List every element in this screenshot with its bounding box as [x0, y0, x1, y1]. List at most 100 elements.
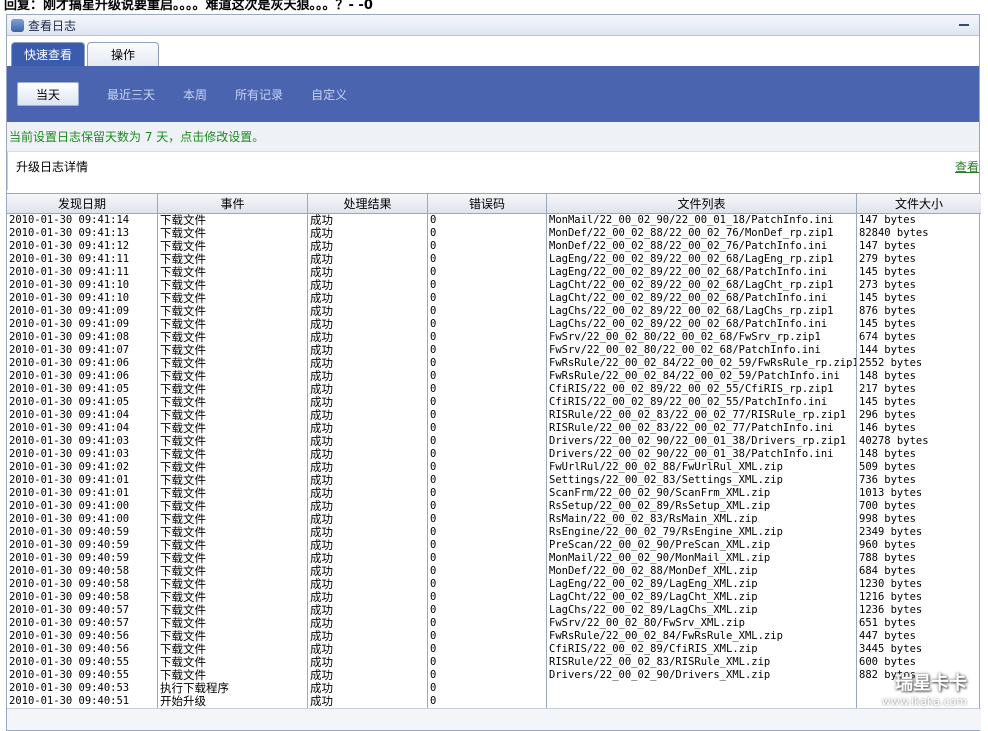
table-row[interactable]: 2010-01-30 09:41:05 下载文件 成功 0 CfiRIS/22_00_0… [7, 396, 981, 409]
table-row[interactable]: 2010-01-30 09:41:08 下载文件 成功 0 FwSrv/22_00_02… [7, 331, 981, 344]
table-row[interactable]: 2010-01-30 09:40:59 下载文件 成功 0 MonMail/22_00_… [7, 552, 981, 565]
table-row[interactable]: 2010-01-30 09:40:58 下载文件 成功 0 MonDef/22_00_0… [7, 565, 981, 578]
cell-event: 下载文件 [158, 422, 308, 435]
cell-file-size: 145 bytes [859, 318, 916, 330]
table-row[interactable]: 2010-01-30 09:40:58 下载文件 成功 0 LagCht/22_00_0… [7, 591, 981, 604]
table-row[interactable]: 2010-01-30 09:41:10 下载文件 成功 0 LagCht/22_00_0… [7, 292, 981, 305]
column-header-error-code[interactable]: 错误码 [428, 194, 547, 213]
filter-all-records[interactable]: 所有记录 [235, 86, 283, 103]
cell-file-list: RsMain/22_00_02_83/RsMain_XML.zip [547, 513, 857, 526]
table-row[interactable]: 2010-01-30 09:41:14 下载文件 成功 0 MonMail/22_00_… [7, 214, 981, 227]
tab-strip: 快速查看 操作 [7, 36, 979, 66]
cell-error-code: 0 [428, 409, 547, 422]
column-header-date[interactable]: 发现日期 [7, 194, 158, 213]
cell-result: 成功 [308, 292, 428, 305]
table-row[interactable]: 2010-01-30 09:41:11 下载文件 成功 0 LagEng/22_00_0… [7, 266, 981, 279]
cell-date: 2010-01-30 09:41:01 [7, 487, 158, 500]
table-row[interactable]: 2010-01-30 09:41:01 下载文件 成功 0 Settings/22_00… [7, 474, 981, 487]
table-row[interactable]: 2010-01-30 09:41:05 下载文件 成功 0 CfiRIS/22_00_0… [7, 383, 981, 396]
cell-event: 下载文件 [158, 266, 308, 279]
cell-error-code: 0 [428, 370, 547, 383]
table-row[interactable]: 2010-01-30 09:40:56 下载文件 成功 0 FwRsRule/22_00… [7, 630, 981, 643]
cell-file-size: 736 bytes [859, 474, 916, 486]
table-row[interactable]: 2010-01-30 09:41:00 下载文件 成功 0 RsSetup/22_00_… [7, 500, 981, 513]
table-row[interactable]: 2010-01-30 09:41:06 下载文件 成功 0 FwRsRule/22_00… [7, 370, 981, 383]
cell-error-code: 0 [428, 487, 547, 500]
table-row[interactable]: 2010-01-30 09:40:57 下载文件 成功 0 LagChs/22_00_0… [7, 604, 981, 617]
minimize-icon[interactable] [959, 24, 969, 26]
table-row[interactable]: 2010-01-30 09:41:03 下载文件 成功 0 Drivers/22_00_… [7, 448, 981, 461]
cell-file-list: FwSrv/22_00_02_80/22_00_02_68/PatchInfo.… [547, 344, 857, 357]
cell-event: 下载文件 [158, 591, 308, 604]
cell-file-size: 1216 bytes [859, 591, 923, 603]
cell-error-code: 0 [428, 604, 547, 617]
cell-file-list: CfiRIS/22_00_02_89/CfiRIS_XML.zip [547, 643, 857, 656]
cell-file-list: LagEng/22_00_02_89/22_00_02_68/PatchInfo… [547, 266, 857, 279]
column-header-event[interactable]: 事件 [158, 194, 308, 213]
cell-event: 下载文件 [158, 370, 308, 383]
window-title: 查看日志 [28, 18, 77, 33]
table-row[interactable]: 2010-01-30 09:40:55 下载文件 成功 0 Drivers/22_00_… [7, 669, 981, 682]
cell-date: 2010-01-30 09:41:09 [7, 318, 158, 331]
table-row[interactable]: 2010-01-30 09:40:57 下载文件 成功 0 FwSrv/22_00_02… [7, 617, 981, 630]
filter-last-three-days[interactable]: 最近三天 [107, 86, 155, 103]
tab-quick-view[interactable]: 快速查看 [11, 42, 86, 66]
filter-today-button[interactable]: 当天 [17, 82, 80, 106]
retention-notice[interactable]: 当前设置日志保留天数为 7 天，点击修改设置。 [7, 122, 979, 152]
cell-event: 下载文件 [158, 526, 308, 539]
table-row[interactable]: 2010-01-30 09:40:53 执行下载程序 成功 0 [7, 682, 981, 695]
cell-date: 2010-01-30 09:40:58 [7, 578, 158, 591]
cell-file-list: FwUrlRul/22_00_02_88/FwUrlRul_XML.zip [547, 461, 857, 474]
cell-error-code: 0 [428, 357, 547, 370]
table-row[interactable]: 2010-01-30 09:40:59 下载文件 成功 0 RsEngine/22_00… [7, 526, 981, 539]
cell-date: 2010-01-30 09:41:08 [7, 331, 158, 344]
table-row[interactable]: 2010-01-30 09:41:11 下载文件 成功 0 LagEng/22_00_0… [7, 253, 981, 266]
tab-operations[interactable]: 操作 [87, 42, 160, 66]
table-row[interactable]: 2010-01-30 09:40:55 下载文件 成功 0 RISRule/22_00_… [7, 656, 981, 669]
cell-error-code: 0 [428, 240, 547, 253]
cell-file-size: 273 bytes [859, 279, 916, 291]
column-header-result[interactable]: 处理结果 [308, 194, 428, 213]
cell-error-code: 0 [428, 578, 547, 591]
table-row[interactable]: 2010-01-30 09:41:09 下载文件 成功 0 LagChs/22_00_0… [7, 318, 981, 331]
cell-result: 成功 [308, 253, 428, 266]
cell-date: 2010-01-30 09:41:04 [7, 409, 158, 422]
table-row[interactable]: 2010-01-30 09:41:09 下载文件 成功 0 LagChs/22_00_0… [7, 305, 981, 318]
cell-date: 2010-01-30 09:41:09 [7, 305, 158, 318]
table-row[interactable]: 2010-01-30 09:41:02 下载文件 成功 0 FwUrlRul/22_00… [7, 461, 981, 474]
title-bar: 查看日志 [7, 15, 979, 36]
table-row[interactable]: 2010-01-30 09:41:12 下载文件 成功 0 MonDef/22_00_0… [7, 240, 981, 253]
table-row[interactable]: 2010-01-30 09:41:03 下载文件 成功 0 Drivers/22_00_… [7, 435, 981, 448]
cell-file-list: FwSrv/22_00_02_80/22_00_02_68/FwSrv_rp.z… [547, 331, 857, 344]
cell-error-code: 0 [428, 526, 547, 539]
table-row[interactable]: 2010-01-30 09:41:04 下载文件 成功 0 RISRule/22_00_… [7, 422, 981, 435]
cell-error-code: 0 [428, 500, 547, 513]
table-row[interactable]: 2010-01-30 09:41:07 下载文件 成功 0 FwSrv/22_00_02… [7, 344, 981, 357]
table-row[interactable]: 2010-01-30 09:40:58 下载文件 成功 0 LagEng/22_00_0… [7, 578, 981, 591]
cell-file-list: RISRule/22_00_02_83/RISRule_XML.zip [547, 656, 857, 669]
table-row[interactable]: 2010-01-30 09:41:00 下载文件 成功 0 RsMain/22_00_0… [7, 513, 981, 526]
table-row[interactable]: 2010-01-30 09:40:56 下载文件 成功 0 CfiRIS/22_00_0… [7, 643, 981, 656]
cell-file-list: PreScan/22_00_02_90/PreScan_XML.zip [547, 539, 857, 552]
cell-error-code: 0 [428, 448, 547, 461]
cell-file-size: 145 bytes [859, 266, 916, 278]
cell-file-size: 146 bytes [859, 422, 916, 434]
table-row[interactable]: 2010-01-30 09:40:51 开始升级 成功 0 [7, 695, 981, 708]
table-row[interactable]: 2010-01-30 09:41:04 下载文件 成功 0 RISRule/22_00_… [7, 409, 981, 422]
table-row[interactable]: 2010-01-30 09:40:59 下载文件 成功 0 PreScan/22_00_… [7, 539, 981, 552]
cell-error-code: 0 [428, 474, 547, 487]
table-row[interactable]: 2010-01-30 09:41:10 下载文件 成功 0 LagCht/22_00_0… [7, 279, 981, 292]
cell-date: 2010-01-30 09:41:13 [7, 227, 158, 240]
filter-this-week[interactable]: 本周 [183, 86, 207, 103]
filter-custom[interactable]: 自定义 [311, 86, 347, 103]
table-row[interactable]: 2010-01-30 09:41:01 下载文件 成功 0 ScanFrm/22_00_… [7, 487, 981, 500]
cell-error-code: 0 [428, 643, 547, 656]
column-header-file-list[interactable]: 文件列表 [547, 194, 857, 213]
cell-date: 2010-01-30 09:40:53 [7, 682, 158, 695]
table-row[interactable]: 2010-01-30 09:41:13 下载文件 成功 0 MonDef/22_00_0… [7, 227, 981, 240]
cell-event: 下载文件 [158, 552, 308, 565]
table-row[interactable]: 2010-01-30 09:41:06 下载文件 成功 0 FwRsRule/22_00… [7, 357, 981, 370]
column-header-file-size[interactable]: 文件大小 [857, 194, 981, 213]
cell-error-code: 0 [428, 266, 547, 279]
view-link[interactable]: 查看 [955, 158, 979, 175]
